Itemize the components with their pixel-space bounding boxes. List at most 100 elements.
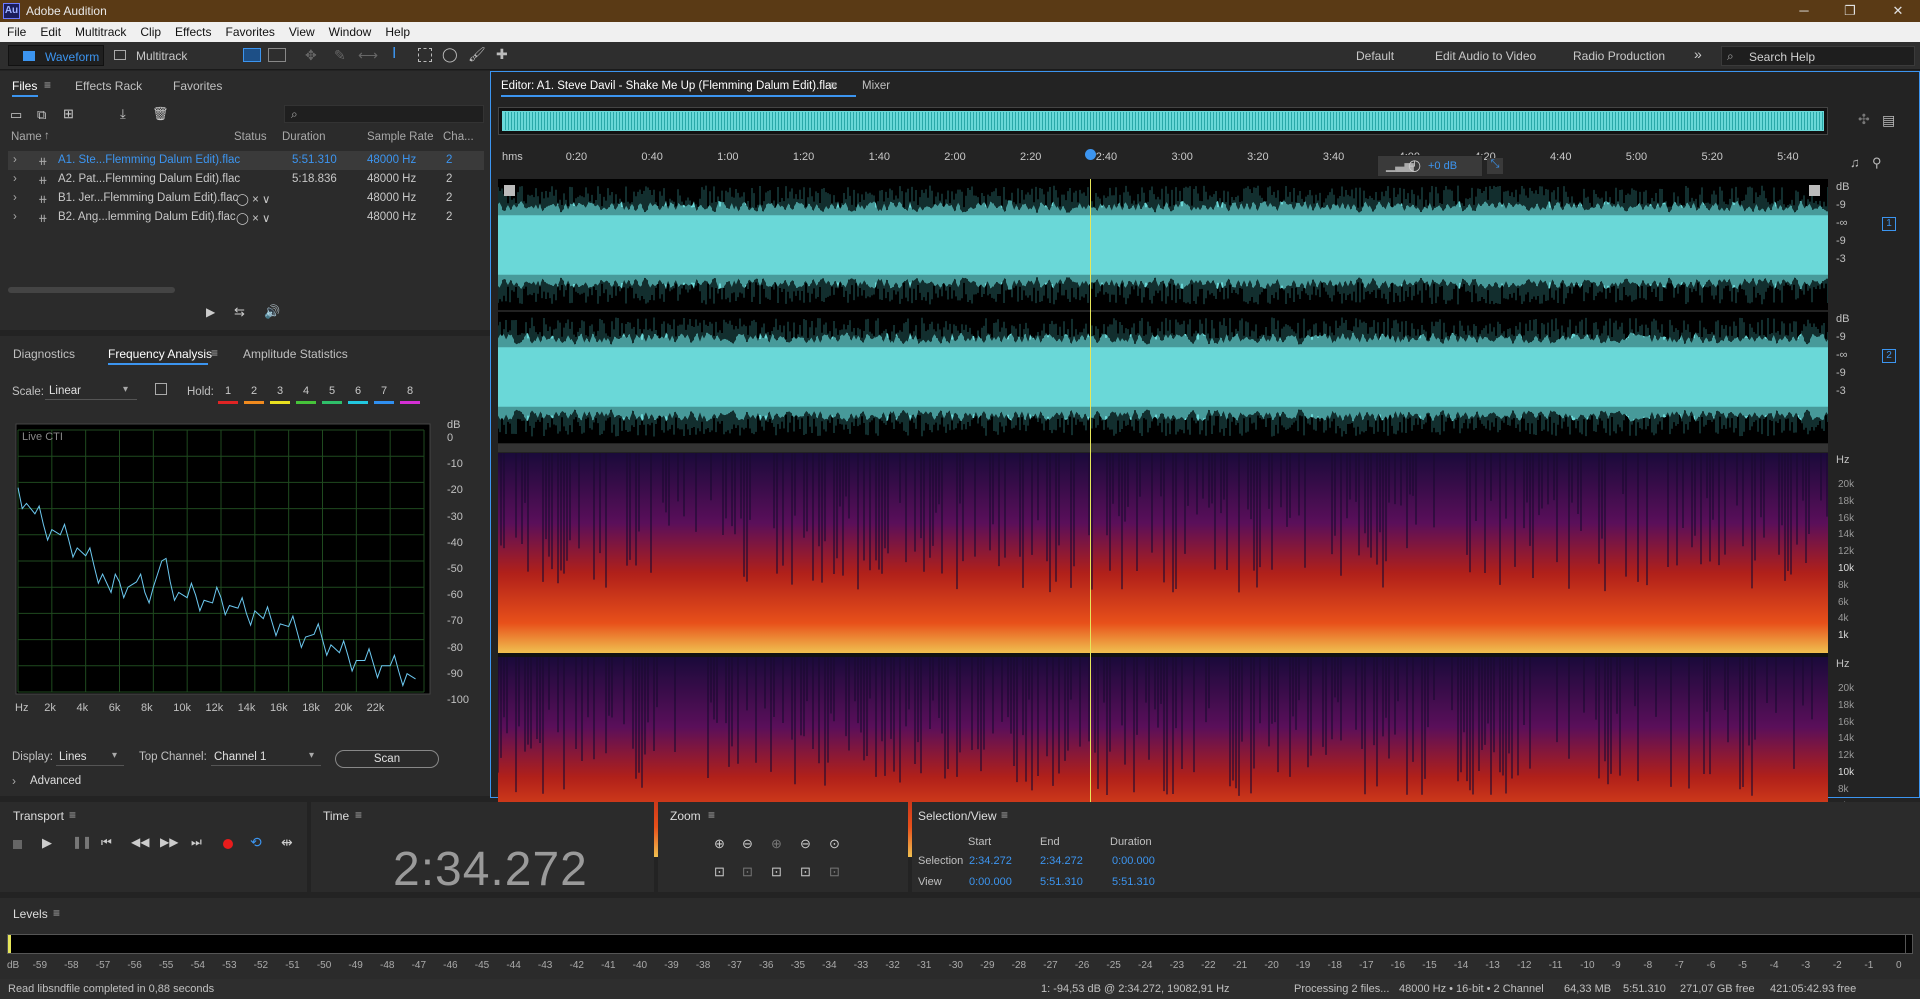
selection-start[interactable]: 2:34.272	[969, 855, 1012, 867]
zoom-out-time-icon[interactable]: ⊖	[800, 836, 811, 852]
hold-button-8[interactable]: 8	[400, 382, 420, 404]
playhead-handle[interactable]	[1085, 149, 1096, 160]
panel-menu-icon[interactable]: ≡	[44, 78, 51, 92]
time-selection-tool-icon[interactable]: I	[392, 45, 396, 63]
playhead-line[interactable]	[1090, 179, 1091, 859]
expand-icon[interactable]: ›	[13, 192, 17, 204]
overlay-icon[interactable]	[155, 383, 167, 395]
hold-button-4[interactable]: 4	[296, 382, 316, 404]
spot-healing-tool-icon[interactable]: ✚	[496, 46, 508, 63]
pin-hud-icon[interactable]: ⤡	[1487, 158, 1503, 174]
pin-icon[interactable]: ⚲	[1872, 155, 1882, 171]
headphones-icon[interactable]: ♫	[1850, 155, 1860, 170]
file-row[interactable]: › ⧺ B2. Ang...lemming Dalum Edit).flac ◯…	[8, 208, 484, 227]
zoom-in-amplitude-icon[interactable]: ⊕	[714, 836, 725, 852]
open-file-icon[interactable]: ▭	[10, 107, 22, 123]
expand-icon[interactable]: ›	[13, 173, 17, 185]
menu-multitrack[interactable]: Multitrack	[68, 22, 133, 39]
panel-menu-icon[interactable]: ≡	[53, 906, 60, 920]
loop-playback-icon[interactable]: ⟲	[250, 834, 262, 851]
multitrack-button[interactable]: Multitrack	[110, 45, 200, 66]
column-name[interactable]: Name	[11, 131, 42, 143]
record-icon[interactable]	[223, 839, 233, 849]
stop-icon[interactable]	[13, 840, 22, 849]
insert-into-multitrack-icon[interactable]: ⤓	[120, 106, 126, 122]
new-file-icon[interactable]: ⊞	[63, 106, 74, 122]
spectral-frequency-display[interactable]	[498, 453, 1828, 861]
move-tool-icon[interactable]: ✥	[305, 47, 317, 64]
menu-favorites[interactable]: Favorites	[219, 22, 282, 39]
panel-menu-icon[interactable]: ≡	[69, 808, 76, 822]
scan-button[interactable]: Scan	[335, 750, 439, 768]
minimize-icon[interactable]: ─	[1786, 2, 1822, 20]
time-ruler[interactable]: hms 0:20 0:40 1:00 1:20 1:40 2:00 2:20 2:40 3:00 3…	[498, 151, 1828, 167]
zoom-to-selection-icon[interactable]: ⊡	[714, 864, 725, 880]
top-channel-dropdown[interactable]: Channel 1 ▾	[211, 748, 321, 766]
close-icon[interactable]: ✕	[1880, 2, 1916, 20]
view-end[interactable]: 5:51.310	[1040, 876, 1083, 888]
auto-play-icon[interactable]: 🔊	[264, 304, 280, 320]
workspace-default[interactable]: Default	[1356, 49, 1394, 63]
skip-selection-icon[interactable]: ⇹	[281, 834, 293, 851]
panel-menu-icon[interactable]: ≡	[355, 808, 362, 822]
selection-duration[interactable]: 0:00.000	[1112, 855, 1155, 867]
display-dropdown[interactable]: Lines ▾	[56, 748, 124, 766]
loop-preview-icon[interactable]: ⇆	[234, 304, 245, 320]
column-sample-rate[interactable]: Sample Rate	[367, 131, 433, 143]
spectral-divider[interactable]	[498, 444, 1828, 452]
menu-help[interactable]: Help	[378, 22, 417, 39]
tab-frequency-analysis[interactable]: Frequency Analysis	[108, 347, 212, 361]
editor-title-tab[interactable]: Editor: A1. Steve Davil - Shake Me Up (F…	[501, 80, 837, 92]
zoom-fit-icon[interactable]: ✣	[1858, 111, 1870, 128]
fade-in-handle-icon[interactable]	[504, 185, 515, 196]
panel-menu-icon[interactable]: ≡	[1001, 808, 1008, 822]
menu-window[interactable]: Window	[322, 22, 379, 39]
horizontal-scrollbar[interactable]	[8, 287, 175, 293]
marquee-tool-icon[interactable]	[418, 48, 432, 62]
delete-icon[interactable]: 🗑	[152, 106, 169, 122]
menu-file[interactable]: File	[0, 22, 33, 39]
slip-tool-icon[interactable]: ⟷	[358, 47, 378, 64]
selection-end[interactable]: 2:34.272	[1040, 855, 1083, 867]
tab-favorites[interactable]: Favorites	[173, 79, 222, 93]
menu-clip[interactable]: Clip	[133, 22, 168, 39]
hud-gain[interactable]: ▁▃▅ ◴ +0 dB	[1377, 155, 1483, 177]
gain-knob-icon[interactable]: ◴	[1408, 156, 1421, 174]
search-help-field[interactable]: ⌕ Search Help	[1721, 46, 1915, 66]
column-status[interactable]: Status	[234, 131, 267, 143]
zoom-out-full-icon[interactable]: ⊙	[829, 836, 840, 852]
brush-tool-icon[interactable]: 🖌	[468, 46, 486, 63]
zoom-in-right-icon[interactable]: ⊡	[771, 864, 782, 880]
tab-files[interactable]: Files	[12, 79, 37, 93]
channel-enable-toggle[interactable]: 1	[1882, 217, 1896, 231]
restore-icon[interactable]: ❐	[1832, 2, 1868, 20]
column-channels[interactable]: Cha...	[443, 131, 474, 143]
expand-advanced-icon[interactable]: ›	[12, 774, 16, 788]
tab-effects-rack[interactable]: Effects Rack	[75, 79, 142, 93]
more-workspaces-icon[interactable]: »	[1694, 46, 1702, 62]
view-duration[interactable]: 5:51.310	[1112, 876, 1155, 888]
view-start[interactable]: 0:00.000	[969, 876, 1012, 888]
skip-to-start-icon[interactable]: ⏮	[101, 835, 112, 850]
import-file-icon[interactable]: ⧉	[37, 107, 46, 123]
time-display[interactable]: 2:34.272	[393, 842, 588, 897]
hold-button-7[interactable]: 7	[374, 382, 394, 404]
files-search-input[interactable]: ⌕	[284, 105, 484, 123]
waveform-view-icon[interactable]	[243, 48, 261, 62]
workspace-edit-audio-to-video[interactable]: Edit Audio to Video	[1435, 49, 1536, 63]
channel-enable-toggle[interactable]: 2	[1882, 349, 1896, 363]
zoom-in-time-icon[interactable]: ⊕	[771, 836, 782, 852]
razor-tool-icon[interactable]: ✎	[334, 47, 346, 64]
scale-dropdown[interactable]: Linear ▾	[45, 382, 137, 400]
zoom-in-left-icon[interactable]: ⊡	[742, 864, 753, 880]
file-row[interactable]: › ⧺ A2. Pat...Flemming Dalum Edit).flac …	[8, 170, 484, 189]
menu-edit[interactable]: Edit	[33, 22, 68, 39]
file-row[interactable]: › ⧺ A1. Ste...Flemming Dalum Edit).flac …	[8, 151, 484, 170]
panel-menu-icon[interactable]: ≡	[211, 346, 218, 360]
fast-forward-icon[interactable]: ▶▶	[160, 835, 178, 849]
spectral-view-icon[interactable]	[268, 48, 286, 62]
waveform-display[interactable]	[497, 179, 1829, 443]
hold-button-2[interactable]: 2	[244, 382, 264, 404]
lasso-tool-icon[interactable]: ◯	[442, 46, 458, 63]
hold-button-6[interactable]: 6	[348, 382, 368, 404]
